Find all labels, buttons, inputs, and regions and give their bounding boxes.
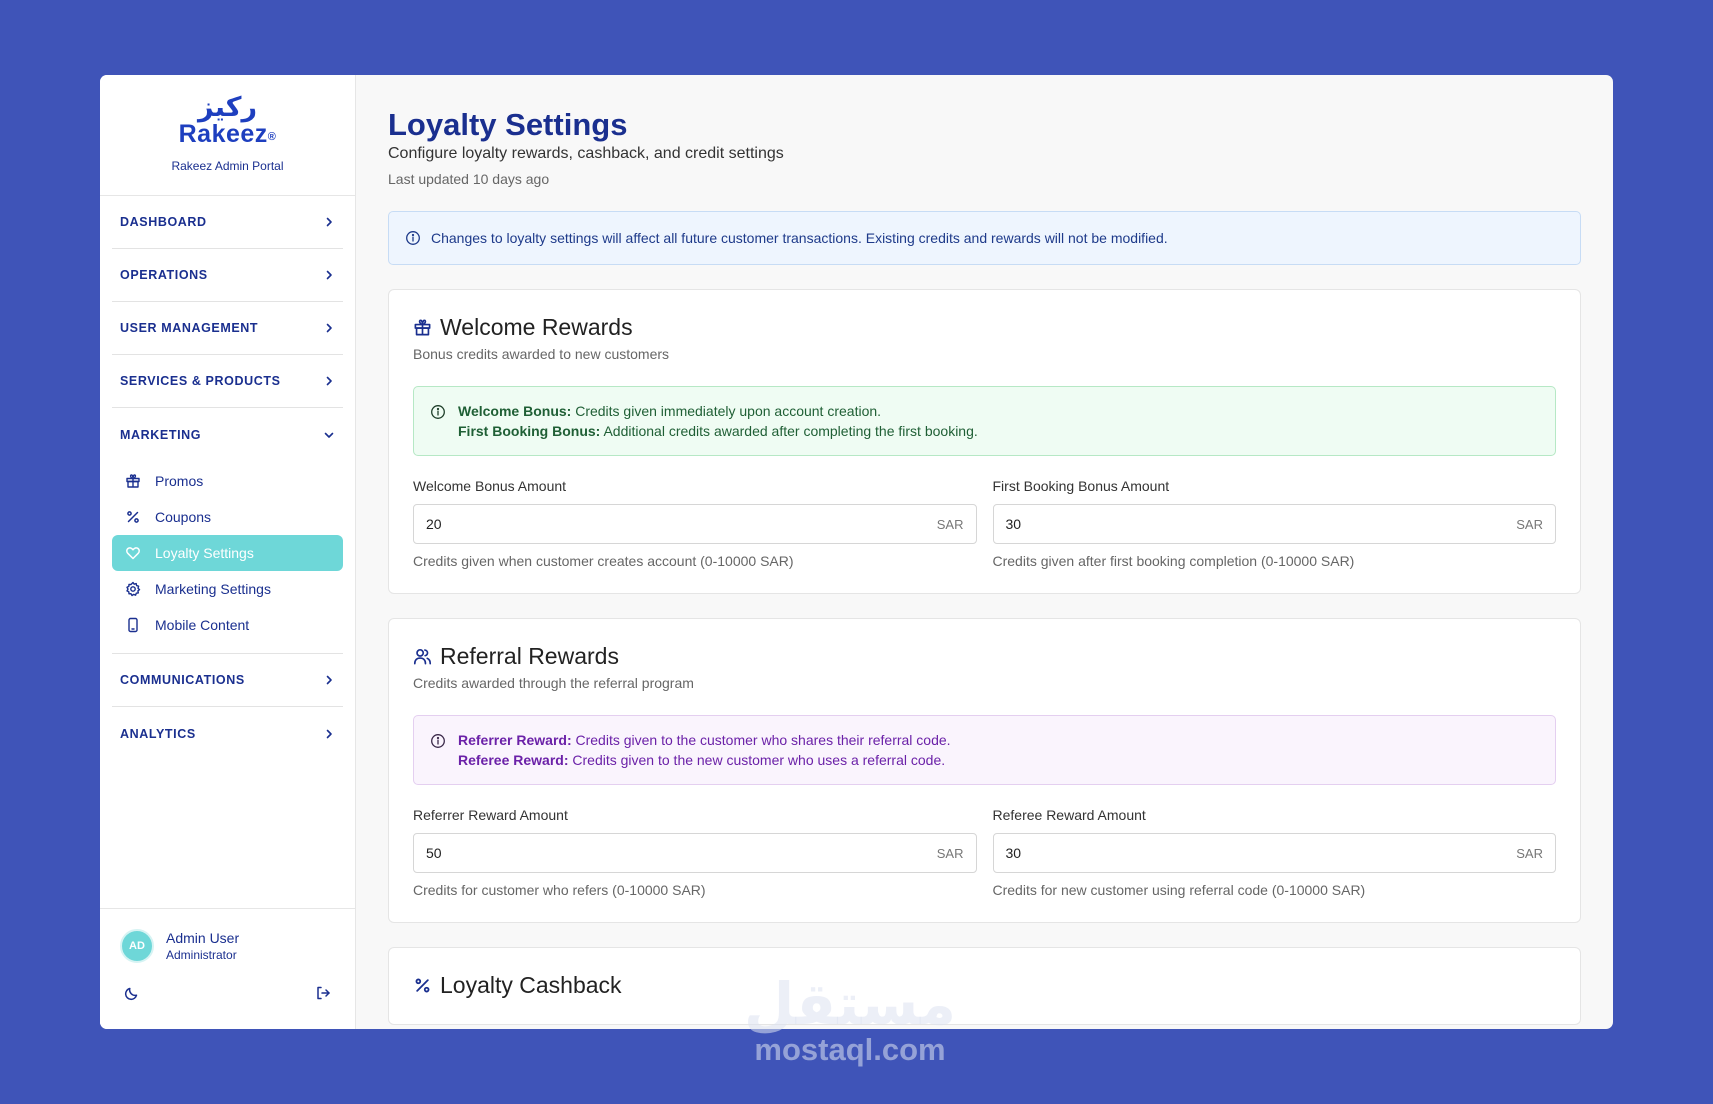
percent-icon: [415, 978, 430, 992]
field-label: Welcome Bonus Amount: [413, 478, 567, 494]
referrer-reward-input[interactable]: [426, 845, 937, 861]
referee-reward-field: Referee Reward Amount SAR Credits for ne…: [992, 807, 1556, 898]
gift-icon: [126, 474, 140, 488]
brand-arabic: ركيز: [197, 92, 258, 123]
first-booking-bonus-field: First Booking Bonus Amount SAR Credits g…: [992, 478, 1556, 569]
user-role: Administrator: [166, 948, 237, 962]
card-description: Bonus credits awarded to new customers: [413, 346, 670, 362]
brand-logo[interactable]: ركيز Rakeez® Rakeez Admin Portal: [100, 75, 355, 196]
info-banner-text: Changes to loyalty settings will affect …: [431, 230, 1168, 246]
currency-suffix: SAR: [936, 845, 964, 861]
chevron-right-icon: [326, 270, 332, 280]
nav-communications[interactable]: COMMUNICATIONS: [112, 654, 343, 707]
referee-reward-input-wrap: SAR: [992, 833, 1556, 873]
referral-fields: Referrer Reward Amount SAR Credits for c…: [413, 807, 1556, 898]
moon-icon[interactable]: [124, 985, 140, 1001]
note-label: Referee Reward:: [458, 752, 569, 768]
welcome-info-note: Welcome Bonus: Credits given immediately…: [413, 386, 1556, 456]
nav-dashboard[interactable]: DASHBOARD: [112, 196, 343, 249]
welcome-bonus-field: Welcome Bonus Amount SAR Credits given w…: [413, 478, 977, 569]
field-label: First Booking Bonus Amount: [992, 478, 1170, 494]
marketing-submenu: Promos Coupons Loyalty Settings Marketin…: [112, 461, 343, 654]
note-text: Credits given to the customer who shares…: [571, 732, 951, 748]
currency-suffix: SAR: [936, 516, 964, 532]
chevron-right-icon: [326, 323, 332, 333]
note-label: First Booking Bonus:: [458, 423, 601, 439]
user-actions: [120, 985, 335, 1001]
field-label: Referrer Reward Amount: [413, 807, 568, 823]
nav-marketing[interactable]: MARKETING: [112, 408, 343, 461]
heart-icon: [126, 547, 140, 560]
nav-user-management[interactable]: USER MANAGEMENT: [112, 302, 343, 355]
card-title: Welcome Rewards: [413, 312, 1556, 342]
chevron-right-icon: [326, 376, 332, 386]
user-panel: AD Admin User Administrator: [100, 908, 355, 1029]
user-profile[interactable]: AD Admin User Administrator: [120, 929, 335, 963]
last-updated: Last updated 10 days ago: [388, 171, 550, 187]
logout-icon[interactable]: [315, 985, 331, 1001]
chevron-right-icon: [326, 217, 332, 227]
chevron-right-icon: [326, 675, 332, 685]
card-title: Loyalty Cashback: [413, 970, 1556, 1000]
sidebar-nav: DASHBOARD OPERATIONS USER MANAGEMENT SER…: [100, 196, 355, 760]
referral-info-note: Referrer Reward: Credits given to the cu…: [413, 715, 1556, 785]
brand-latin: Rakeez®: [178, 120, 277, 148]
field-help: Credits given after first booking comple…: [992, 553, 1355, 569]
sidebar-item-marketing-settings[interactable]: Marketing Settings: [112, 571, 343, 607]
nav-services-products[interactable]: SERVICES & PRODUCTS: [112, 355, 343, 408]
welcome-fields: Welcome Bonus Amount SAR Credits given w…: [413, 478, 1556, 569]
sidebar: ركيز Rakeez® Rakeez Admin Portal DASHBOA…: [100, 75, 356, 1029]
brand-subtitle: Rakeez Admin Portal: [171, 159, 284, 173]
sidebar-item-mobile-content[interactable]: Mobile Content: [112, 607, 343, 643]
percent-icon: [127, 511, 139, 523]
note-text: Additional credits awarded after complet…: [600, 423, 978, 439]
page-subtitle: Configure loyalty rewards, cashback, and…: [388, 145, 784, 162]
info-icon: [431, 734, 445, 748]
chevron-down-icon: [324, 432, 334, 438]
sidebar-item-loyalty-settings[interactable]: Loyalty Settings: [112, 535, 343, 571]
welcome-rewards-card: Welcome Rewards Bonus credits awarded to…: [388, 289, 1581, 594]
nav-operations[interactable]: OPERATIONS: [112, 249, 343, 302]
field-help: Credits for new customer using referral …: [992, 882, 1366, 898]
gear-icon: [126, 581, 141, 597]
info-icon: [431, 405, 445, 419]
note-label: Welcome Bonus:: [458, 403, 572, 419]
user-name: Admin User: [166, 930, 240, 946]
main-content: Loyalty Settings Configure loyalty rewar…: [356, 75, 1613, 1029]
card-description: Credits awarded through the referral pro…: [413, 675, 694, 691]
card-title: Referral Rewards: [413, 641, 1556, 671]
nav-analytics[interactable]: ANALYTICS: [112, 707, 343, 760]
referrer-reward-field: Referrer Reward Amount SAR Credits for c…: [413, 807, 977, 898]
loyalty-cashback-card: Loyalty Cashback: [388, 947, 1581, 1025]
first-booking-bonus-input[interactable]: [1005, 516, 1517, 532]
referee-reward-input[interactable]: [1005, 845, 1517, 861]
info-icon: [406, 231, 420, 245]
gift-icon: [414, 319, 431, 335]
referral-rewards-card: Referral Rewards Credits awarded through…: [388, 618, 1581, 923]
sidebar-item-coupons[interactable]: Coupons: [112, 499, 343, 535]
first-booking-bonus-input-wrap: SAR: [992, 504, 1556, 544]
field-help: Credits given when customer creates acco…: [413, 553, 794, 569]
welcome-bonus-input[interactable]: [426, 516, 937, 532]
info-banner: Changes to loyalty settings will affect …: [388, 211, 1581, 265]
note-text: Credits given to the new customer who us…: [568, 752, 946, 768]
currency-suffix: SAR: [1516, 516, 1543, 532]
welcome-bonus-input-wrap: SAR: [413, 504, 977, 544]
field-label: Referee Reward Amount: [992, 807, 1146, 823]
avatar: AD: [120, 929, 154, 963]
page-title: Loyalty Settings: [388, 107, 628, 142]
sidebar-item-promos[interactable]: Promos: [112, 463, 343, 499]
referrer-reward-input-wrap: SAR: [413, 833, 977, 873]
note-text: Credits given immediately upon account c…: [571, 403, 882, 419]
watermark-latin: mostaql.com: [754, 1032, 946, 1067]
currency-suffix: SAR: [1516, 845, 1543, 861]
app-window: ركيز Rakeez® Rakeez Admin Portal DASHBOA…: [100, 75, 1613, 1029]
users-icon: [413, 648, 432, 664]
chevron-right-icon: [326, 729, 332, 738]
field-help: Credits for customer who refers (0-10000…: [413, 882, 706, 898]
smartphone-icon: [128, 617, 138, 633]
note-label: Referrer Reward:: [458, 732, 572, 748]
